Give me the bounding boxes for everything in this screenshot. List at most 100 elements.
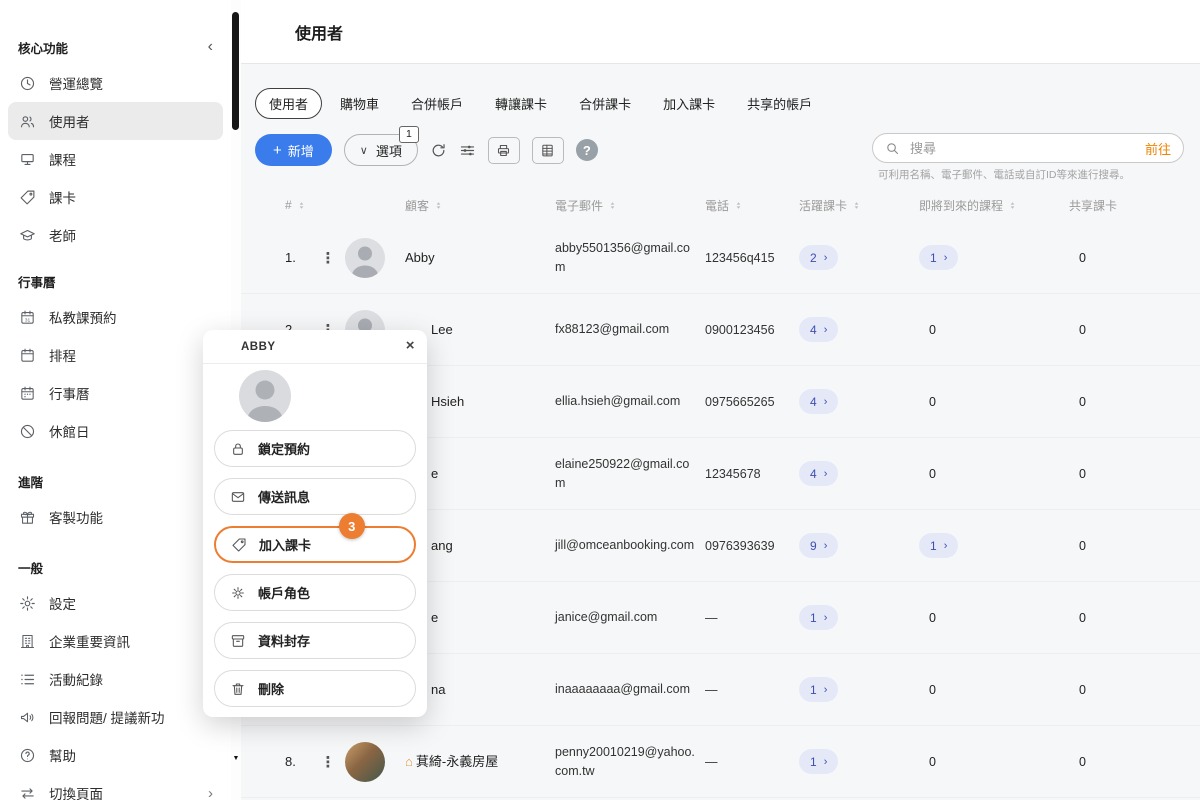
chevron-left-icon[interactable]: ‹ — [208, 38, 213, 56]
customer-email: ellia.hsieh@gmail.com — [549, 392, 697, 411]
sidebar-item-cards[interactable]: 課卡 — [8, 178, 223, 216]
tab-shared-accounts[interactable]: 共享的帳戶 — [733, 88, 826, 119]
sidebar-item-switch-page[interactable]: 切換頁面 › — [8, 774, 223, 800]
gear-icon — [18, 595, 37, 612]
section-title: 行事曆 — [18, 272, 56, 291]
sidebar-item-activity-log[interactable]: 活動紀錄 — [8, 660, 223, 698]
menu-item-add-card[interactable]: 加入課卡 3 — [214, 526, 416, 563]
tab-cart[interactable]: 購物車 — [326, 88, 393, 119]
row-kebab-menu-icon[interactable]: ⋮ — [311, 249, 345, 267]
menu-item-lock-booking[interactable]: 鎖定預約 — [214, 430, 416, 467]
table-row[interactable]: 1. ⋮ Abby abby5501356@gmail.com 123456q4… — [241, 222, 1200, 294]
sidebar-item-custom-features[interactable]: 客製功能 — [8, 498, 223, 536]
filter-button[interactable] — [459, 142, 476, 159]
sidebar-item-calendar[interactable]: 行事曆 — [8, 374, 223, 412]
column-header-upcoming[interactable]: 即將到來的課程 — [911, 197, 1061, 214]
column-header-number[interactable]: # — [271, 198, 311, 212]
card-tag-icon — [18, 189, 37, 206]
upcoming-pill[interactable]: 1› — [919, 245, 958, 270]
customer-email: fx88123@gmail.com — [549, 320, 697, 339]
options-button[interactable]: ∨ 選項 1 — [344, 134, 418, 166]
customer-phone: 123456q415 — [699, 251, 791, 265]
go-link[interactable]: 前往 — [1145, 139, 1171, 158]
customer-email: elaine250922@gmail.com — [549, 455, 697, 493]
sidebar-item-label: 切換頁面 — [49, 783, 103, 800]
sidebar-item-closed-days[interactable]: 休館日 — [8, 412, 223, 450]
sidebar-item-users[interactable]: 使用者 — [8, 102, 223, 140]
row-kebab-menu-icon[interactable]: ⋮ — [311, 753, 345, 771]
sidebar-item-label: 回報問題/ 提議新功 — [49, 707, 165, 727]
customer-phone: — — [699, 755, 791, 769]
tab-transfer-cards[interactable]: 轉讓課卡 — [481, 88, 561, 119]
chevron-right-icon: › — [824, 684, 828, 696]
sidebar-item-scheduling[interactable]: 排程 — [8, 336, 223, 374]
avatar-photo[interactable] — [345, 742, 385, 782]
scroll-down-arrow-icon[interactable]: ▼ — [231, 755, 241, 762]
export-excel-button[interactable] — [532, 137, 564, 164]
column-header-customer[interactable]: 顧客 — [399, 197, 549, 214]
users-icon — [18, 113, 37, 130]
sidebar-item-company-info[interactable]: 企業重要資訊 — [8, 622, 223, 660]
tab-merge-cards[interactable]: 合併課卡 — [565, 88, 645, 119]
sidebar-item-courses[interactable]: 課程 — [8, 140, 223, 178]
active-cards-pill[interactable]: 9› — [799, 533, 838, 558]
active-cards-pill[interactable]: 1› — [799, 749, 838, 774]
tab-add-cards[interactable]: 加入課卡 — [649, 88, 729, 119]
active-cards-pill[interactable]: 4› — [799, 389, 838, 414]
row-number: 8. — [271, 754, 311, 769]
active-cards-pill[interactable]: 1› — [799, 677, 838, 702]
sidebar-item-label: 使用者 — [49, 111, 90, 131]
megaphone-icon — [18, 709, 37, 726]
shared-count: 0 — [1061, 323, 1200, 337]
house-icon: ⌂ — [405, 754, 413, 769]
sort-icon — [851, 200, 862, 211]
search-input[interactable] — [908, 140, 1137, 157]
table-header: # 顧客 電子郵件 電話 活躍課卡 即將到來的課程 共享課卡 — [241, 188, 1200, 222]
customer-phone: — — [699, 683, 791, 697]
tab-users[interactable]: 使用者 — [255, 88, 322, 119]
upcoming-pill[interactable]: 1› — [919, 533, 958, 558]
calendar-dots-icon — [18, 385, 37, 402]
menu-item-send-message[interactable]: 傳送訊息 — [214, 478, 416, 515]
role-gear-icon — [230, 585, 246, 601]
sidebar-item-label: 企業重要資訊 — [49, 631, 130, 651]
print-button[interactable] — [488, 137, 520, 164]
sidebar-item-help[interactable]: 幫助 — [8, 736, 223, 774]
refresh-button[interactable] — [430, 142, 447, 159]
column-header-active-cards[interactable]: 活躍課卡 — [791, 197, 911, 214]
menu-item-archive-data[interactable]: 資料封存 — [214, 622, 416, 659]
section-title: 進階 — [18, 472, 43, 491]
sidebar-item-label: 行事曆 — [49, 383, 90, 403]
close-icon[interactable]: × — [406, 338, 415, 353]
page-header: 使用者 — [241, 0, 1200, 64]
sidebar-item-private-booking[interactable]: 31 私教課預約 — [8, 298, 223, 336]
table-row[interactable]: 8. ⋮ ⌂萁綺-永義房屋 penny20010219@yahoo.com.tw… — [241, 726, 1200, 798]
search-box[interactable]: 前往 — [872, 133, 1184, 163]
scrollbar-thumb[interactable] — [232, 12, 239, 130]
avatar[interactable] — [345, 238, 385, 278]
sidebar-item-feedback[interactable]: 回報問題/ 提議新功 — [8, 698, 223, 736]
add-button[interactable]: + 新增 — [255, 134, 332, 166]
chevron-right-icon: › — [824, 612, 828, 624]
column-header-email[interactable]: 電子郵件 — [549, 197, 699, 214]
sidebar-item-label: 客製功能 — [49, 507, 103, 527]
column-header-shared[interactable]: 共享課卡 — [1061, 197, 1200, 214]
section-title: 核心功能 — [18, 38, 68, 57]
active-cards-pill[interactable]: 4› — [799, 317, 838, 342]
column-header-phone[interactable]: 電話 — [699, 197, 791, 214]
tab-bar: 使用者 購物車 合併帳戶 轉讓課卡 合併課卡 加入課卡 共享的帳戶 — [241, 64, 1200, 119]
active-cards-pill[interactable]: 2› — [799, 245, 838, 270]
active-cards-pill[interactable]: 1› — [799, 605, 838, 630]
sidebar-section-general: 一般 — [0, 550, 231, 584]
row-number: 1. — [271, 250, 311, 265]
sidebar-item-overview[interactable]: 營運總覽 — [8, 64, 223, 102]
menu-item-account-role[interactable]: 帳戶角色 — [214, 574, 416, 611]
sidebar-item-settings[interactable]: 設定 — [8, 584, 223, 622]
tab-merge-accounts[interactable]: 合併帳戶 — [397, 88, 477, 119]
active-cards-pill[interactable]: 4› — [799, 461, 838, 486]
customer-email: abby5501356@gmail.com — [549, 239, 697, 277]
sidebar-item-teachers[interactable]: 老師 — [8, 216, 223, 254]
menu-item-delete[interactable]: 刪除 — [214, 670, 416, 707]
help-button[interactable]: ? — [576, 139, 598, 161]
sort-icon — [296, 200, 307, 211]
